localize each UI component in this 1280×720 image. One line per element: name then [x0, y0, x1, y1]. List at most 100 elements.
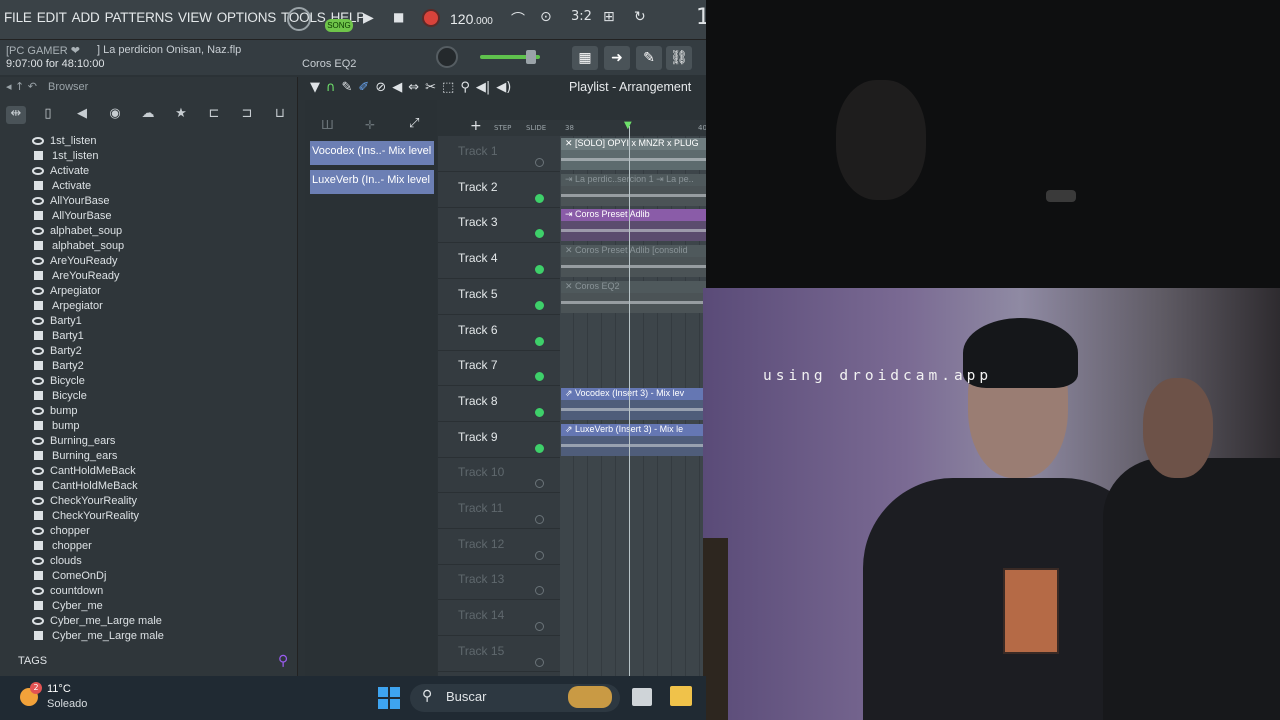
browser-item[interactable]: AllYourBase	[30, 193, 290, 208]
timeline-ruler[interactable]: + STEP SLIDE 38 40	[470, 118, 707, 136]
track-enable-led[interactable]	[535, 443, 544, 453]
browser-item[interactable]: Cyber_me_Large male	[30, 628, 290, 643]
track-enable-led[interactable]	[535, 300, 544, 310]
browser-item[interactable]: countdown	[30, 583, 290, 598]
playhead-marker-icon[interactable]: ▼	[624, 120, 632, 131]
tags-search-icon[interactable]: ⚲	[278, 653, 288, 669]
browser-item[interactable]: 1st_listen	[30, 148, 290, 163]
menu-view[interactable]: VIEW	[178, 10, 212, 25]
browser-item[interactable]: alphabet_soup	[30, 238, 290, 253]
paint-icon[interactable]: ✐	[358, 80, 369, 96]
browser-item[interactable]: Arpegiator	[30, 298, 290, 313]
weather-condition[interactable]: Soleado	[47, 698, 87, 710]
playlist-clip[interactable]: ✕ Coros Preset Adlib [consolid	[561, 245, 706, 278]
browser-item[interactable]: Arpegiator	[30, 283, 290, 298]
folder-new-icon[interactable]: ⊔	[270, 106, 290, 124]
piano-roll-icon[interactable]: ▦	[572, 46, 598, 70]
playlist-clip[interactable]: ⇗ LuxeVerb (Insert 3) - Mix le	[561, 423, 706, 456]
track-enable-led[interactable]	[535, 657, 544, 667]
menu-edit[interactable]: EDIT	[37, 10, 67, 25]
track-enable-led[interactable]	[535, 479, 544, 489]
browser-item[interactable]: Barty1	[30, 328, 290, 343]
browser-item[interactable]: Bicycle	[30, 373, 290, 388]
track-header[interactable]: Track 10	[438, 457, 560, 494]
zoom-icon[interactable]: ⚲	[460, 80, 470, 96]
menu-patterns[interactable]: PATTERNS	[105, 10, 174, 25]
add-track-icon[interactable]: +	[470, 118, 482, 134]
browser-item[interactable]: Cyber_me	[30, 598, 290, 613]
browser-item[interactable]: 1st_listen	[30, 133, 290, 148]
browser-item[interactable]: alphabet_soup	[30, 223, 290, 238]
track-header[interactable]: Track 9	[438, 422, 560, 458]
wait-input-icon[interactable]: ⊙	[540, 9, 552, 25]
playlist-clip[interactable]: ⇥ Coros Preset Adlib	[561, 209, 706, 242]
record-button[interactable]	[424, 11, 438, 25]
track-header[interactable]: Track 4	[438, 243, 560, 280]
file-explorer-icon[interactable]	[670, 686, 692, 706]
windows-start-icon[interactable]	[378, 687, 400, 709]
browser-item[interactable]: CantHoldMeBack	[30, 463, 290, 478]
weather-temp[interactable]: 11°C	[47, 683, 71, 695]
menu-file[interactable]: FILE	[4, 10, 32, 25]
browser-item[interactable]: AreYouReady	[30, 253, 290, 268]
browser-item[interactable]: clouds	[30, 553, 290, 568]
task-view-icon[interactable]	[632, 688, 652, 706]
picker-add-icon[interactable]: ✛	[365, 118, 375, 132]
loop-record-icon[interactable]: ↻	[634, 9, 646, 25]
speaker-icon[interactable]: ◀)	[496, 80, 511, 96]
browser-item[interactable]: chopper	[30, 538, 290, 553]
browser-item[interactable]: Activate	[30, 178, 290, 193]
pencil-icon[interactable]: ✎	[342, 80, 353, 96]
track-enable-led[interactable]	[535, 158, 544, 167]
picker-item-luxeverb[interactable]: LuxeVerb (In..- Mix level	[310, 170, 434, 194]
browser-item[interactable]: Activate	[30, 163, 290, 178]
playlist-clip[interactable]: ✕ [SOLO] OPYI x MNZR x PLUG	[561, 138, 706, 170]
track-header[interactable]: Track 11	[438, 493, 560, 529]
speaker-icon[interactable]: ◀	[72, 106, 92, 124]
track-header[interactable]: Track 1	[438, 136, 560, 172]
track-enable-led[interactable]	[535, 336, 544, 346]
browser-item[interactable]: CheckYourReality	[30, 508, 290, 523]
browser-item[interactable]: bump	[30, 418, 290, 433]
playlist-clip[interactable]: ⇗ Vocodex (Insert 3) - Mix lev	[561, 387, 706, 420]
track-enable-led[interactable]	[535, 265, 544, 275]
browser-item[interactable]: chopper	[30, 523, 290, 538]
track-enable-led[interactable]	[535, 622, 544, 632]
track-header[interactable]: Track 14	[438, 600, 560, 637]
play-button[interactable]: ▶	[363, 10, 374, 26]
track-enable-led[interactable]	[535, 407, 544, 417]
browser-item[interactable]: CheckYourReality	[30, 493, 290, 508]
browser-item[interactable]: Burning_ears	[30, 433, 290, 448]
master-volume-handle[interactable]	[526, 50, 536, 64]
star-icon[interactable]: ★	[171, 106, 191, 124]
playlist-clip[interactable]: ⇥ La perdic..sercion 1 ⇥ La pe..	[561, 173, 706, 206]
menu-add[interactable]: ADD	[72, 10, 100, 25]
tempo-display[interactable]: 120.000	[450, 11, 493, 27]
browser-item[interactable]: bump	[30, 403, 290, 418]
browser-item[interactable]: ComeOnDj	[30, 568, 290, 583]
slip-icon[interactable]: ⇔	[408, 80, 419, 96]
delete-icon[interactable]: ⊘	[375, 80, 386, 96]
arrow-right-icon[interactable]: ➜	[604, 46, 630, 70]
metronome-icon[interactable]: ⌒	[511, 9, 525, 29]
link-icon[interactable]: ⛓	[666, 46, 692, 70]
browser-collapse-icon[interactable]: ◂ ↑ ↶	[6, 80, 37, 93]
playback-icon[interactable]: ◀|	[476, 80, 490, 96]
browser-item[interactable]: Bicycle	[30, 388, 290, 403]
slice-icon[interactable]: ✂	[425, 80, 436, 96]
master-pitch-knob[interactable]	[436, 46, 458, 68]
track-header[interactable]: Track 15	[438, 636, 560, 672]
browser-item[interactable]: Burning_ears	[30, 448, 290, 463]
plugin-db-icon[interactable]: ◉	[105, 106, 125, 124]
track-header[interactable]: Track 13	[438, 564, 560, 601]
track-enable-led[interactable]	[535, 372, 544, 382]
plugin-icon[interactable]: ✎	[636, 46, 662, 70]
track-enable-led[interactable]	[535, 193, 544, 203]
folder-add-icon[interactable]: ⊐	[237, 106, 257, 124]
playlist-clip[interactable]: ✕ Coros EQ2	[561, 280, 706, 313]
picker-curve-icon[interactable]: ⤢	[409, 116, 419, 131]
all-icon[interactable]: ⇹	[6, 106, 26, 124]
menu-options[interactable]: OPTIONS	[217, 10, 277, 25]
track-enable-led[interactable]	[535, 229, 544, 239]
song-mode-toggle[interactable]: SONG	[325, 19, 353, 32]
